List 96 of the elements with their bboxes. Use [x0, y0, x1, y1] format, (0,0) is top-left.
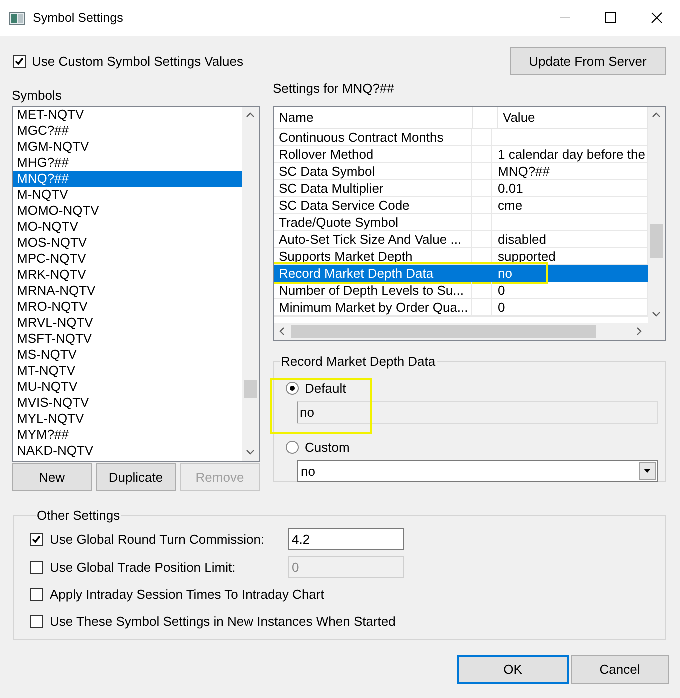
symbol-item[interactable]: MT-NQTV: [13, 363, 242, 379]
list-action-button[interactable]: Duplicate: [96, 463, 176, 491]
value-dropdown[interactable]: no: [297, 460, 658, 482]
symbol-item[interactable]: MPC-NQTV: [13, 251, 242, 267]
table-cell: cme: [492, 197, 648, 214]
checkbox-label: Use Custom Symbol Settings Values: [32, 54, 244, 68]
symbol-item[interactable]: MO-NQTV: [13, 219, 242, 235]
settings-row[interactable]: SC Data Multiplier 0.01: [274, 180, 648, 197]
settings-row[interactable]: Trade/Quote Symbol: [274, 214, 648, 231]
input-field[interactable]: 4.2: [288, 528, 404, 550]
table-cell: Trade/Quote Symbol: [274, 214, 472, 231]
symbol-item[interactable]: MRK-NQTV: [13, 267, 242, 283]
column-header[interactable]: Name: [274, 107, 473, 128]
maximize-icon[interactable]: [605, 12, 617, 24]
radio-label: Custom: [305, 440, 350, 454]
checkbox-label: Use These Symbol Settings in New Instances When Started: [50, 614, 396, 629]
symbol-item[interactable]: MNQ?##: [13, 171, 242, 187]
settings-row[interactable]: Continuous Contract Months: [274, 129, 648, 146]
settings-row[interactable]: Record Market Depth Data no: [274, 265, 648, 282]
symbol-item[interactable]: MGM-NQTV: [13, 139, 242, 155]
table-cell: Record Market Depth Data: [274, 265, 472, 282]
symbol-item[interactable]: MRVL-NQTV: [13, 315, 242, 331]
settings-title: Settings for MNQ?##: [273, 81, 396, 95]
checkbox[interactable]: [30, 588, 43, 601]
value-field: no: [297, 401, 658, 424]
scroll-thumb[interactable]: [650, 224, 663, 258]
checkbox-label: Apply Intraday Session Times To Intraday Chart: [50, 587, 324, 602]
scrollbar[interactable]: [648, 107, 665, 323]
symbol-item[interactable]: MYM?##: [13, 427, 242, 443]
table-cell: Number of Depth Levels to Su...: [274, 282, 472, 299]
chevron-right-icon[interactable]: [635, 327, 644, 336]
table-cell: SC Data Symbol: [274, 163, 472, 180]
table-cell: SC Data Service Code: [274, 197, 472, 214]
dialog-button[interactable]: Cancel: [571, 655, 669, 684]
checkbox[interactable]: [30, 615, 43, 628]
table-cell: disabled: [492, 231, 648, 248]
table-cell: [472, 129, 492, 146]
checkbox[interactable]: [30, 532, 43, 546]
checkbox[interactable]: [13, 54, 26, 68]
caret-icon[interactable]: [644, 469, 651, 473]
checkbox-label: Use Global Round Turn Commission:: [50, 532, 266, 546]
dialog-button[interactable]: OK: [457, 655, 569, 684]
symbol-item[interactable]: MYL-NQTV: [13, 411, 242, 427]
radio-button[interactable]: [286, 440, 299, 454]
table-cell: 0: [492, 282, 648, 299]
chevron-down-icon[interactable]: [246, 448, 255, 457]
settings-row[interactable]: SC Data Service Code cme: [274, 197, 648, 214]
chevron-up-icon[interactable]: [246, 111, 255, 120]
table-cell: Auto-Set Tick Size And Value ...: [274, 231, 472, 248]
table-cell: 0: [492, 299, 648, 316]
symbol-item[interactable]: MRO-NQTV: [13, 299, 242, 315]
radio-label: Default: [305, 380, 346, 396]
section-label: Symbols: [12, 88, 63, 102]
scroll-thumb[interactable]: [244, 380, 257, 398]
update-from-server-button[interactable]: Update From Server: [510, 47, 666, 75]
table-cell: 0.01: [492, 180, 648, 197]
symbol-item[interactable]: MVIS-NQTV: [13, 395, 242, 411]
table-cell: Rollover Method: [274, 146, 472, 163]
symbol-item[interactable]: MOMO-NQTV: [13, 203, 242, 219]
chevron-up-icon[interactable]: [652, 111, 661, 120]
app-icon: [9, 12, 25, 24]
settings-row[interactable]: Minimum Market by Order Qua... 0: [274, 299, 648, 316]
group-title: Other Settings: [36, 508, 122, 523]
table-cell: no: [492, 265, 648, 282]
symbol-item[interactable]: NAKD-NQTV: [13, 443, 242, 459]
radio-button[interactable]: [286, 382, 299, 394]
settings-row[interactable]: Number of Depth Levels to Su... 0: [274, 282, 648, 299]
group-title: Record Market Depth Data: [280, 354, 437, 369]
symbol-item[interactable]: M-NQTV: [13, 187, 242, 203]
close-icon[interactable]: [651, 12, 663, 24]
symbol-item[interactable]: MOS-NQTV: [13, 235, 242, 251]
window-title: Symbol Settings: [33, 11, 124, 25]
scrollbar[interactable]: [242, 107, 259, 461]
table-cell: Minimum Market by Order Qua...: [274, 299, 472, 316]
symbol-list[interactable]: MET-NQTV MGC?## MGM-NQTV MHG?## MNQ?## M-NQTV MOMO-NQTV MO-NQTV MOS-NQTV MPC-NQTV MRK-NQTV MRNA-NQTV MRO-NQTV MRVL-NQTV MSFT-NQTV MS-NQTV MT-NQTV MU-NQTV MVIS-NQTV MYL-NQTV MYM?## NAKD-NQTV: [12, 106, 260, 462]
table-cell: [472, 282, 492, 299]
settings-grid[interactable]: [273, 106, 666, 341]
symbol-item[interactable]: MET-NQTV: [13, 107, 242, 123]
scroll-thumb[interactable]: [291, 325, 596, 338]
symbol-item[interactable]: MRNA-NQTV: [13, 283, 242, 299]
table-cell: MNQ?##: [492, 163, 648, 180]
checkbox-label: Use Global Trade Position Limit:: [50, 560, 237, 574]
symbol-item[interactable]: MSFT-NQTV: [13, 331, 242, 347]
symbol-item[interactable]: MU-NQTV: [13, 379, 242, 395]
symbol-item[interactable]: MS-NQTV: [13, 347, 242, 363]
settings-row[interactable]: Rollover Method 1 calendar day before the: [274, 146, 648, 163]
symbol-item[interactable]: MHG?##: [13, 155, 242, 171]
table-cell: Continuous Contract Months: [274, 129, 472, 146]
symbol-item[interactable]: MGC?##: [13, 123, 242, 139]
settings-row[interactable]: Auto-Set Tick Size And Value ... disabled: [274, 231, 648, 248]
list-action-button[interactable]: New: [12, 463, 92, 491]
chevron-down-icon[interactable]: [652, 310, 661, 319]
chevron-left-icon[interactable]: [278, 327, 287, 336]
settings-row[interactable]: SC Data Symbol MNQ?##: [274, 163, 648, 180]
table-cell: SC Data Multiplier: [274, 180, 472, 197]
table-cell: 1 calendar day before the: [492, 146, 648, 163]
